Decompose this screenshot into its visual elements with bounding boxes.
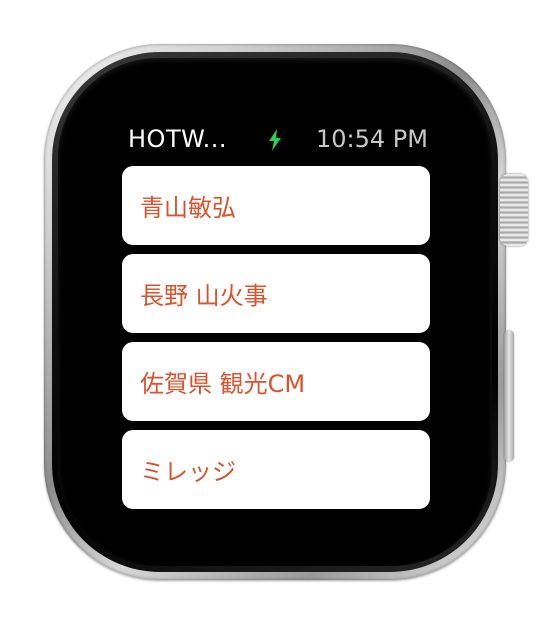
app-screen: HOTW... 10:54 PM 青山敏弘 長野 山火事 佐賀県 観光CM ミレ… [110,110,440,520]
list-item-label: ミレッジ [140,458,236,486]
list-item[interactable]: 長野 山火事 [122,254,430,333]
digital-crown[interactable] [500,174,528,246]
list-item-label: 長野 山火事 [140,282,268,310]
topic-list: 青山敏弘 長野 山火事 佐賀県 観光CM ミレッジ [122,166,430,518]
apple-watch-mockup: HOTW... 10:54 PM 青山敏弘 長野 山火事 佐賀県 観光CM ミレ… [0,0,552,630]
app-title: HOTW... [128,125,227,153]
list-item-label: 青山敏弘 [140,194,236,222]
list-item[interactable]: ミレッジ [122,430,430,509]
list-item[interactable]: 青山敏弘 [122,166,430,245]
lightning-bolt-icon [268,129,282,151]
list-item-label: 佐賀県 観光CM [140,370,306,398]
clock-time: 10:54 PM [316,125,428,153]
side-button[interactable] [504,330,514,462]
list-item[interactable]: 佐賀県 観光CM [122,342,430,421]
status-bar: HOTW... 10:54 PM [128,124,428,158]
